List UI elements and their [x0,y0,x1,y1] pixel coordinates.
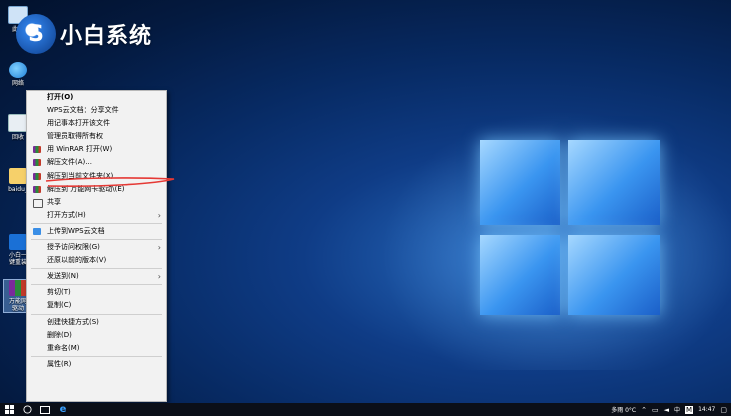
menu-item-label: 用记事本打开该文件 [47,119,110,128]
rar-file-icon [9,280,27,296]
weather-text[interactable]: 多雨 0°C [611,405,636,414]
menu-item[interactable]: 解压文件(A)... [27,156,166,169]
folder-baidu-icon [9,168,27,184]
menu-item-label: 共享 [47,197,61,206]
logo-pane [568,140,660,225]
brand-watermark: S 小白系统 [16,14,152,54]
menu-item-label: 管理员取得所有权 [47,132,103,141]
chevron-right-icon: › [157,210,161,220]
menu-item[interactable]: 用 WinRAR 打开(W) [27,143,166,156]
desktop-icon-label: 网络 [11,80,24,87]
menu-item-label: 复制(C) [47,301,72,310]
menu-item[interactable]: 解压到 万能网卡驱动\(E) [27,183,166,196]
menu-item-label: 发送到(N) [47,272,79,281]
menu-item[interactable]: 还原以前的版本(V) [27,254,166,267]
menu-separator [31,222,162,224]
chevron-right-icon: › [157,243,161,253]
winrar-icon [33,159,41,167]
brand-name: 小白系统 [60,24,153,49]
menu-item[interactable]: 创建快捷方式(S) [27,316,166,329]
menu-item[interactable]: 重命名(M) [27,342,166,355]
menu-item[interactable]: 用记事本打开该文件 [27,117,166,130]
system-tray: 多雨 0°C ⌃ ▭ ◄ 中 M 14:47 ▢ [611,403,731,416]
logo-pane [480,235,560,315]
menu-separator [31,284,162,286]
winrar-icon [33,172,41,180]
menu-separator [31,268,162,270]
menu-item[interactable]: 剪切(T) [27,286,166,299]
menu-item-label: 剪切(T) [47,288,71,297]
menu-item[interactable]: 属性(R) [27,358,166,371]
xiaobai-tool-icon [9,234,27,250]
menu-item-label: 创建快捷方式(S) [47,317,99,326]
menu-separator [31,239,162,241]
menu-item-label: 还原以前的版本(V) [47,256,107,265]
windows-logo-wallpaper [480,140,665,325]
logo-pane [568,235,660,315]
recycle-bin-icon [8,114,28,132]
network-icon[interactable]: ▭ [652,406,659,414]
menu-separator [31,313,162,315]
brand-logo-icon: S [16,14,56,54]
menu-item-label: 解压到 万能网卡驱动\(E) [47,184,125,193]
menu-item-label: 重命名(M) [47,343,80,352]
menu-item-label: 解压文件(A)... [47,158,92,167]
menu-item[interactable]: 管理员取得所有权 [27,130,166,143]
notification-icon[interactable]: ▢ [720,406,727,414]
edge-button[interactable]: e [54,403,72,416]
cloud-icon [33,227,41,235]
chevron-up-icon[interactable]: ⌃ [641,406,647,414]
menu-item-label: 授予访问权限(G) [47,243,100,252]
menu-item-label: 上传到WPS云文档 [47,226,105,235]
taskbar: e 多雨 0°C ⌃ ▭ ◄ 中 M 14:47 ▢ [0,403,731,416]
menu-item-label: 解压到当前文件夹(X) [47,171,114,180]
menu-item-label: 删除(D) [47,330,72,339]
winrar-icon [33,185,41,193]
ime-indicator[interactable]: 中 [674,405,680,414]
menu-item[interactable]: WPS云文档：分享文件 [27,104,166,117]
volume-icon[interactable]: ◄ [664,406,669,414]
menu-item[interactable]: 打开(O) [27,91,166,104]
menu-item[interactable]: 发送到(N) › [27,270,166,283]
menu-item[interactable]: 授予访问权限(G) › [27,241,166,254]
desktop: 此电网络回收baidu_小白一 键重装万能网 驱动 S 小白系统 打开(O)WP… [0,0,731,403]
menu-item[interactable]: 删除(D) [27,329,166,342]
task-view-button[interactable] [36,403,54,416]
winrar-icon [33,146,41,154]
chevron-right-icon: › [157,272,161,282]
search-button[interactable] [18,403,36,416]
menu-item-label: WPS云文档：分享文件 [47,106,119,115]
menu-item-label: 打开方式(H) [47,210,86,219]
edge-icon: e [59,404,67,415]
input-mode-icon[interactable]: M [685,405,694,414]
start-button[interactable] [0,403,18,416]
clock[interactable]: 14:47 [698,406,715,413]
menu-item[interactable]: 解压到当前文件夹(X) [27,170,166,183]
menu-item[interactable]: 共享 [27,196,166,209]
menu-item-label: 打开(O) [47,93,74,101]
menu-separator [31,355,162,357]
windows-icon [4,405,14,414]
desktop-icon-network[interactable]: 网络 [4,62,32,87]
share-icon [33,198,43,208]
network-icon [9,62,27,78]
search-icon [22,405,32,414]
menu-item-label: 用 WinRAR 打开(W) [47,145,113,154]
menu-item[interactable]: 上传到WPS云文档 [27,225,166,238]
task-view-icon [40,405,50,414]
menu-item[interactable]: 复制(C) [27,299,166,312]
menu-item[interactable]: 打开方式(H) › [27,209,166,222]
context-menu: 打开(O) WPS云文档：分享文件 用记事本打开该文件 管理员取得所有权用 WinRA… [26,90,167,402]
logo-pane [480,140,560,225]
menu-item-label: 属性(R) [47,359,72,368]
